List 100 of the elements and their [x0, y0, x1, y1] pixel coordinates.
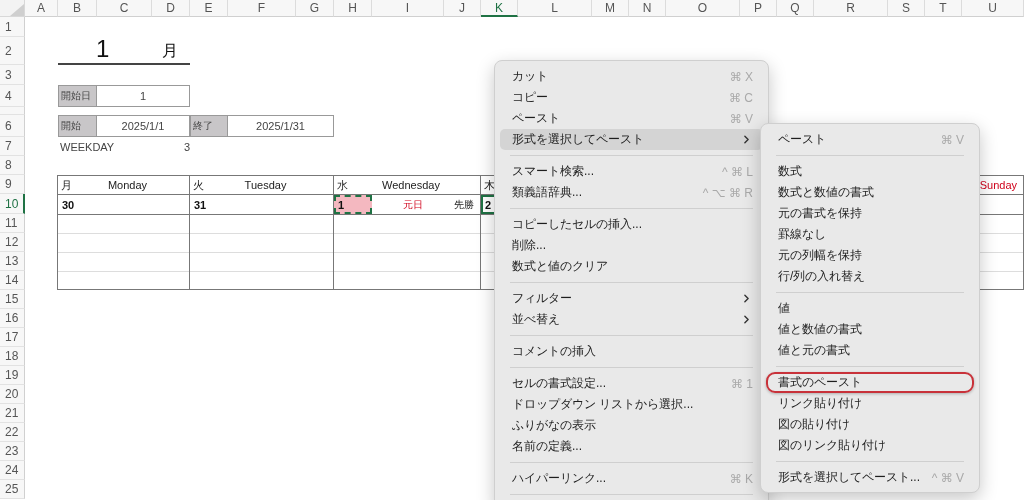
row-header[interactable]: 9: [0, 175, 25, 194]
column-header[interactable]: D: [152, 0, 190, 17]
column-header[interactable]: A: [25, 0, 58, 17]
column-header[interactable]: U: [962, 0, 1024, 17]
column-header[interactable]: E: [190, 0, 228, 17]
row-header[interactable]: 14: [0, 271, 25, 290]
menu-item[interactable]: ふりがなの表示: [500, 415, 763, 436]
column-header[interactable]: Q: [777, 0, 814, 17]
column-header[interactable]: J: [444, 0, 481, 17]
column-header[interactable]: M: [592, 0, 629, 17]
menu-item[interactable]: 行/列の入れ替え: [766, 266, 974, 287]
value-cell: 2025/1/31: [228, 115, 334, 137]
menu-item[interactable]: 形式を選択してペースト... ^ ⌘ V: [766, 467, 974, 488]
row-header[interactable]: 13: [0, 252, 25, 271]
row-header[interactable]: 8: [0, 156, 25, 175]
weekday-value: 3: [182, 140, 190, 153]
menu-item[interactable]: カット ⌘ X: [500, 66, 763, 87]
shortcut-label: ^ ⌘ L: [722, 164, 753, 179]
weekday-label: WEEKDAY: [59, 140, 115, 153]
column-header[interactable]: P: [740, 0, 777, 17]
column-header[interactable]: H: [334, 0, 372, 17]
menu-item[interactable]: 並べ替え: [500, 309, 763, 330]
menu-item[interactable]: コピーしたセルの挿入...: [500, 214, 763, 235]
menu-item[interactable]: 数式と数値の書式: [766, 182, 974, 203]
menu-item[interactable]: 罫線なし: [766, 224, 974, 245]
menu-item[interactable]: 削除...: [500, 235, 763, 256]
column-header[interactable]: B: [58, 0, 97, 17]
menu-item[interactable]: 値と元の書式: [766, 340, 974, 361]
day-name: Sunday: [978, 179, 1017, 191]
date-number[interactable]: 1: [334, 195, 372, 214]
row-header[interactable]: 7: [0, 137, 25, 156]
menu-item[interactable]: 値: [766, 298, 974, 319]
day-name: Wednesday: [381, 179, 441, 191]
menu-item[interactable]: 元の書式を保持: [766, 203, 974, 224]
shortcut-label: ⌘ K: [729, 471, 753, 486]
menu-item[interactable]: 図の貼り付け: [766, 414, 974, 435]
row-header[interactable]: 23: [0, 442, 25, 461]
label-cell: 開始: [58, 115, 97, 137]
day-kanji: 水: [337, 177, 348, 193]
row-header[interactable]: [0, 107, 25, 115]
column-header[interactable]: T: [925, 0, 962, 17]
row-header[interactable]: 18: [0, 347, 25, 366]
row-header[interactable]: 16: [0, 309, 25, 328]
menu-item[interactable]: ペースト ⌘ V: [766, 129, 974, 150]
row-header[interactable]: 22: [0, 423, 25, 442]
date-number[interactable]: 30: [58, 195, 96, 214]
row-header[interactable]: 1: [0, 17, 25, 37]
menu-item[interactable]: 元の列幅を保持: [766, 245, 974, 266]
menu-item[interactable]: リンク貼り付け: [766, 393, 974, 414]
holiday-label: 元日: [402, 197, 424, 212]
row-header[interactable]: 11: [0, 214, 25, 233]
month-number: 1: [96, 35, 110, 63]
menu-item[interactable]: ドロップダウン リストから選択...: [500, 394, 763, 415]
menu-item[interactable]: 書式のペースト: [766, 372, 974, 393]
menu-item[interactable]: 形式を選択してペースト: [500, 129, 763, 150]
menu-item[interactable]: 図のリンク貼り付け: [766, 435, 974, 456]
value-cell: 1: [97, 85, 190, 107]
row-header[interactable]: 10: [0, 194, 25, 214]
menu-item[interactable]: 数式: [766, 161, 974, 182]
column-header[interactable]: K: [481, 0, 518, 17]
row-header[interactable]: 21: [0, 404, 25, 423]
date-number[interactable]: 31: [190, 195, 228, 214]
shortcut-label: ^ ⌘ V: [931, 470, 964, 485]
column-header[interactable]: R: [814, 0, 888, 17]
menu-item[interactable]: スマート検索... ^ ⌘ L: [500, 161, 763, 182]
row-header[interactable]: 25: [0, 480, 25, 499]
column-header[interactable]: G: [296, 0, 334, 17]
column-header[interactable]: F: [228, 0, 296, 17]
column-header[interactable]: O: [666, 0, 740, 17]
shortcut-label: ⌘ X: [729, 69, 753, 84]
column-header[interactable]: S: [888, 0, 925, 17]
row-header[interactable]: 17: [0, 328, 25, 347]
menu-item[interactable]: セルの書式設定... ⌘ 1: [500, 373, 763, 394]
value-cell: 2025/1/1: [97, 115, 190, 137]
month-suffix: 月: [162, 41, 178, 61]
row-header[interactable]: 20: [0, 385, 25, 404]
column-header[interactable]: L: [518, 0, 592, 17]
column-header[interactable]: C: [97, 0, 152, 17]
menu-item[interactable]: 値と数値の書式: [766, 319, 974, 340]
column-header[interactable]: I: [372, 0, 444, 17]
column-header[interactable]: N: [629, 0, 666, 17]
row-header[interactable]: 24: [0, 461, 25, 480]
menu-item[interactable]: ペースト ⌘ V: [500, 108, 763, 129]
row-header[interactable]: 12: [0, 233, 25, 252]
row-header[interactable]: 15: [0, 290, 25, 309]
shortcut-label: ⌘ V: [729, 111, 753, 126]
menu-item[interactable]: 類義語辞典... ^ ⌥ ⌘ R: [500, 182, 763, 203]
row-header[interactable]: 2: [0, 37, 25, 65]
row-header[interactable]: 4: [0, 85, 25, 107]
menu-item[interactable]: 名前の定義...: [500, 436, 763, 457]
menu-item[interactable]: 数式と値のクリア: [500, 256, 763, 277]
rokuyo-label: 先勝: [454, 197, 475, 212]
day-name: Monday: [106, 179, 149, 191]
row-header[interactable]: 3: [0, 65, 25, 85]
menu-item[interactable]: ハイパーリンク... ⌘ K: [500, 468, 763, 489]
menu-item[interactable]: コピー ⌘ C: [500, 87, 763, 108]
menu-item[interactable]: フィルター: [500, 288, 763, 309]
row-header[interactable]: 6: [0, 115, 25, 137]
row-header[interactable]: 19: [0, 366, 25, 385]
menu-item[interactable]: コメントの挿入: [500, 341, 763, 362]
